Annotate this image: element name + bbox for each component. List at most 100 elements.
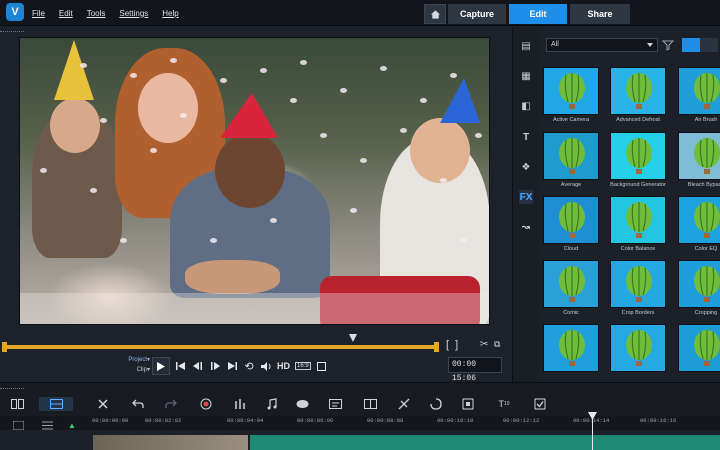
split-clip-icon[interactable]: ✂ <box>480 339 488 350</box>
trim-end-handle[interactable] <box>434 342 439 352</box>
hd-toggle[interactable]: HD <box>277 361 290 371</box>
menu-bar: File Edit Tools Settings Help <box>32 0 179 26</box>
menu-edit[interactable]: Edit <box>59 9 73 18</box>
confetti-piece <box>300 60 307 65</box>
balloon-icon <box>626 73 652 109</box>
scrubber-playhead[interactable] <box>349 334 357 342</box>
enlarge-preview-icon[interactable] <box>316 360 328 372</box>
audio-clip[interactable] <box>250 435 720 450</box>
confetti-piece <box>260 68 267 73</box>
media-library-icon[interactable]: ▤ <box>519 39 533 53</box>
mode-project[interactable]: Project▾ <box>124 355 150 365</box>
panel-grip[interactable] <box>0 31 24 34</box>
graphics-icon[interactable]: ❖ <box>519 160 533 174</box>
storyboard-view-icon[interactable] <box>9 397 25 411</box>
previous-frame-icon[interactable] <box>192 360 204 372</box>
transition-icon[interactable]: ◧ <box>519 99 533 113</box>
track-manager-icon[interactable] <box>95 397 111 411</box>
filters-fx-icon[interactable]: FX <box>519 190 533 204</box>
list-view-button[interactable] <box>700 38 718 52</box>
tab-capture[interactable]: Capture <box>448 4 506 24</box>
effect-thumbnail[interactable] <box>678 260 720 308</box>
motion-tracking-icon[interactable] <box>294 397 310 411</box>
effect-thumbnail[interactable] <box>543 196 599 244</box>
go-to-end-icon[interactable] <box>226 360 238 372</box>
confetti-piece <box>130 73 137 78</box>
video-clip[interactable] <box>93 435 248 450</box>
filter-category-dropdown[interactable]: All <box>546 38 658 52</box>
effect-thumbnail-label: Color Balance <box>620 246 656 252</box>
snapshot-icon[interactable]: ⧉ <box>494 339 500 350</box>
boy-right-face <box>410 118 470 183</box>
filter-settings-icon[interactable] <box>662 39 674 51</box>
effect-thumbnail[interactable] <box>610 324 666 372</box>
effect-thumbnail-label: Average <box>560 182 582 188</box>
repeat-icon[interactable]: ⟲ <box>243 360 255 373</box>
thumbnail-view-button[interactable] <box>682 38 700 52</box>
effect-thumbnail[interactable] <box>543 132 599 180</box>
effect-thumbnail[interactable] <box>543 324 599 372</box>
effect-thumbnail[interactable] <box>610 260 666 308</box>
time-remapping-icon[interactable]: T 10 <box>494 397 514 411</box>
instant-project-icon[interactable]: ▦ <box>519 69 533 83</box>
confetti-piece <box>40 168 47 173</box>
motion-path-icon[interactable]: ↝ <box>519 220 533 234</box>
confetti-piece <box>80 63 87 68</box>
filter-dropdown-value: All <box>551 41 559 48</box>
video-preview[interactable] <box>19 37 490 325</box>
menu-tools[interactable]: Tools <box>87 9 106 18</box>
menu-settings[interactable]: Settings <box>119 9 148 18</box>
confetti-piece <box>270 218 277 223</box>
effect-thumbnail[interactable] <box>610 132 666 180</box>
sound-mixer-icon[interactable] <box>232 397 248 411</box>
record-capture-icon[interactable] <box>198 397 214 411</box>
mark-in-out-icon[interactable]: [ ] <box>446 339 458 351</box>
timeline-toolbar: T 10 <box>0 382 720 416</box>
toolbar-grip[interactable] <box>0 388 24 389</box>
effect-thumbnail[interactable] <box>678 196 720 244</box>
timeline-view-icon[interactable] <box>39 397 73 411</box>
undo-icon[interactable] <box>130 397 146 411</box>
auto-music-icon[interactable] <box>264 397 280 411</box>
timeline-ruler[interactable]: ▲ 00:00:00:00 00:00:02:02 00:00:04:04 00:00… <box>0 416 720 430</box>
effect-thumbnail[interactable] <box>678 132 720 180</box>
confetti-piece <box>320 133 327 138</box>
mode-clip[interactable]: Clip▾ <box>124 365 150 375</box>
library-category-rail: ▤ ▦ ◧ T ❖ FX ↝ <box>512 27 538 382</box>
scrubber-bar[interactable] <box>4 345 438 349</box>
menu-help[interactable]: Help <box>162 9 178 18</box>
redo-icon[interactable] <box>163 397 179 411</box>
effect-thumbnail[interactable] <box>610 196 666 244</box>
subtitle-editor-icon[interactable] <box>327 397 343 411</box>
play-mode-switch[interactable]: Project▾ Clip▾ <box>124 355 150 375</box>
confetti-piece <box>460 238 467 243</box>
menu-file[interactable]: File <box>32 9 45 18</box>
volume-icon[interactable] <box>260 360 272 372</box>
play-button[interactable] <box>152 357 170 375</box>
effect-thumbnail[interactable] <box>543 67 599 115</box>
effect-thumbnail[interactable] <box>678 324 720 372</box>
multi-trim-icon[interactable] <box>362 397 378 411</box>
effect-thumbnail[interactable] <box>543 260 599 308</box>
mask-creator-icon[interactable] <box>428 397 444 411</box>
confetti-piece <box>380 66 387 71</box>
smart-proxy-icon[interactable] <box>396 397 412 411</box>
timecode-display[interactable]: 00:00 15:06 <box>448 357 502 383</box>
go-to-start-icon[interactable] <box>175 360 187 372</box>
tab-share[interactable]: Share <box>570 4 630 24</box>
home-icon[interactable] <box>424 4 446 24</box>
confetti-piece <box>100 118 107 123</box>
effect-thumbnail[interactable] <box>610 67 666 115</box>
effect-thumbnail[interactable] <box>678 67 720 115</box>
title-icon[interactable]: T <box>519 130 533 144</box>
birthday-cake <box>185 260 280 294</box>
view-toggle <box>682 38 718 52</box>
next-frame-icon[interactable] <box>209 360 221 372</box>
tab-edit[interactable]: Edit <box>509 4 567 24</box>
ruler-tick-label: 00:00:04:04 <box>227 417 264 424</box>
ruler-tick-label: 00:00:12:12 <box>503 417 540 424</box>
child-left-face <box>50 98 100 153</box>
pan-zoom-icon[interactable] <box>460 397 476 411</box>
aspect-ratio-button[interactable]: 16:9 <box>295 362 311 370</box>
render-icon[interactable] <box>532 397 548 411</box>
